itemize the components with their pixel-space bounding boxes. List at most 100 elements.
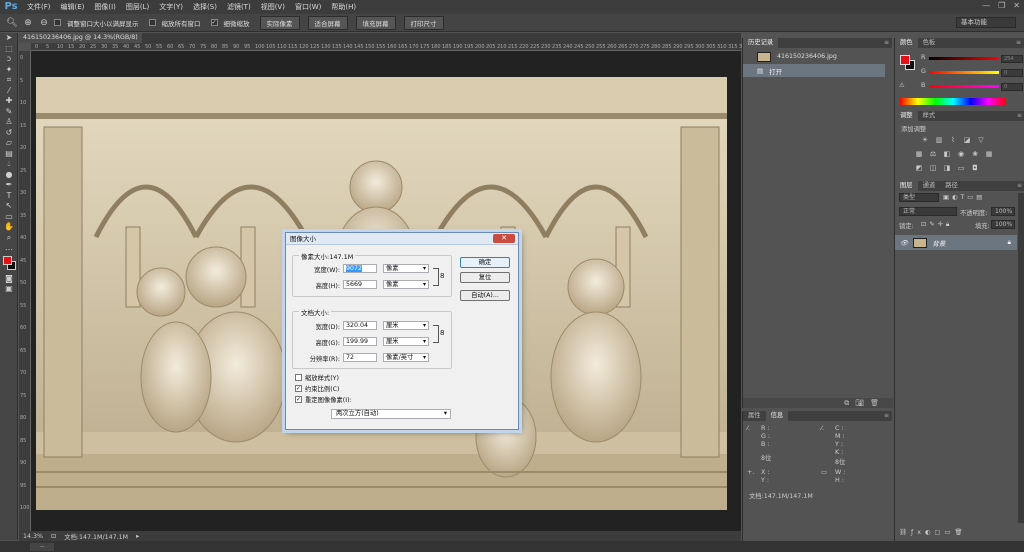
screen-mode-icon[interactable]: ▣ (0, 284, 18, 295)
lasso-tool-icon[interactable]: ↄ (0, 54, 18, 65)
zoom-all-checkbox[interactable] (148, 19, 156, 26)
mini-bridge-tab[interactable]: — (30, 543, 54, 551)
pixel-width-unit-select[interactable]: 像素 (383, 264, 429, 273)
fill-input[interactable]: 100% (991, 220, 1015, 229)
curves-icon[interactable]: ⌇ (949, 136, 957, 144)
pixel-height-input[interactable]: 5669 (343, 280, 377, 289)
menu-image[interactable]: 图像(I) (89, 0, 121, 14)
fill-screen-button[interactable]: 填充屏幕 (355, 15, 396, 30)
color-g-slider[interactable] (929, 71, 999, 74)
tab-channels[interactable]: 通道 (918, 181, 941, 191)
scale-styles-row[interactable]: 缩放样式(Y) (295, 373, 339, 382)
brightness-icon[interactable]: ☀ (921, 136, 929, 144)
type-tool-icon[interactable]: T (0, 191, 18, 202)
doc-height-unit-select[interactable]: 厘米 (383, 337, 429, 346)
zoom-tool-icon[interactable]: 🔍︎ (6, 18, 18, 28)
snapshot-icon[interactable]: 📷︎ (855, 398, 864, 408)
tab-styles[interactable]: 样式 (918, 111, 941, 121)
vibrance-icon[interactable]: ▽ (977, 136, 985, 144)
channel-mixer-icon[interactable]: ❀ (971, 150, 979, 158)
visibility-eye-icon[interactable]: 👁︎ (900, 239, 908, 247)
dodge-tool-icon[interactable]: ● (0, 170, 18, 181)
minimize-icon[interactable]: — (982, 1, 990, 10)
zoom-level[interactable]: 14.3% (23, 533, 43, 540)
pixel-height-unit-select[interactable]: 像素 (383, 280, 429, 289)
blend-mode-select[interactable]: 正常 (899, 207, 957, 216)
layers-menu-icon[interactable]: ≡ (1017, 181, 1022, 191)
pixel-width-input[interactable]: 9072 (343, 264, 377, 273)
menu-filter[interactable]: 滤镜(T) (222, 0, 256, 14)
color-lookup-icon[interactable]: ▦ (985, 150, 993, 158)
foreground-color-swatch[interactable] (3, 255, 12, 265)
tab-color[interactable]: 颜色 (895, 38, 918, 48)
adjust-menu-icon[interactable]: ≡ (1017, 111, 1022, 121)
history-state-open[interactable]: ▤ 打开 (743, 64, 885, 77)
hue-sat-icon[interactable]: ▦ (915, 150, 923, 158)
doc-width-input[interactable]: 320.04 (343, 321, 377, 330)
bw-icon[interactable]: ◧ (943, 150, 951, 158)
eyedropper-tool-icon[interactable]: ⁄ (0, 86, 18, 97)
color-b-value[interactable]: 0 (1001, 83, 1023, 91)
color-balance-icon[interactable]: ⚖ (929, 150, 937, 158)
lock-icons[interactable]: ⊡✎✛🔒︎ (921, 221, 952, 229)
menu-view[interactable]: 视图(V) (256, 0, 290, 14)
color-spectrum-bar[interactable] (900, 98, 1006, 105)
tab-adjustments[interactable]: 调整 (895, 111, 918, 121)
pen-tool-icon[interactable]: ✒ (0, 180, 18, 191)
levels-icon[interactable]: ▥ (935, 136, 943, 144)
exposure-icon[interactable]: ◪ (963, 136, 971, 144)
print-size-button[interactable]: 打印尺寸 (403, 15, 444, 30)
resolution-unit-select[interactable]: 像素/英寸 (383, 353, 429, 362)
shape-tool-icon[interactable]: ▭ (0, 212, 18, 223)
scale-styles-checkbox[interactable] (295, 374, 302, 381)
menu-edit[interactable]: 编辑(E) (56, 0, 90, 14)
zoom-tool-box-icon[interactable]: ⌕ (0, 233, 18, 244)
color-g-value[interactable]: 0 (1001, 69, 1023, 77)
status-arrow-icon[interactable]: ▸ (136, 533, 139, 540)
fg-color-chip[interactable] (900, 55, 910, 65)
invert-icon[interactable]: ◩ (915, 164, 923, 172)
selective-color-icon[interactable]: ◘ (971, 164, 979, 172)
doc-width-unit-select[interactable]: 厘米 (383, 321, 429, 330)
dialog-close-button[interactable]: ✕ (493, 234, 515, 243)
menu-help[interactable]: 帮助(H) (326, 0, 361, 14)
menu-layer[interactable]: 图层(L) (121, 0, 154, 14)
resample-checkbox[interactable]: ✓ (295, 396, 302, 403)
resolution-input[interactable]: 72 (343, 353, 377, 362)
crop-tool-icon[interactable]: ⌗ (0, 75, 18, 86)
marquee-tool-icon[interactable]: ⬚ (0, 44, 18, 55)
restore-icon[interactable]: ❐ (998, 1, 1005, 10)
ok-button[interactable]: 确定 (460, 257, 510, 268)
status-icon[interactable]: ⊡ (51, 533, 56, 540)
healing-tool-icon[interactable]: ✚ (0, 96, 18, 107)
more-tools-icon[interactable]: … (0, 243, 18, 254)
history-menu-icon[interactable]: ≡ (884, 38, 889, 48)
layer-background-row[interactable]: 👁︎ 背景 🔒︎ (895, 235, 1017, 250)
close-window-icon[interactable]: ✕ (1013, 1, 1020, 10)
tab-swatches[interactable]: 色板 (918, 38, 941, 48)
zoom-in-icon[interactable]: ⊕ (22, 18, 34, 28)
workspace-select[interactable]: 基本功能 (956, 17, 1016, 28)
opacity-input[interactable]: 100% (991, 207, 1015, 216)
layer-actions-icons[interactable]: ⛓ƒx◐▢▭🗑︎ (899, 528, 966, 536)
threshold-icon[interactable]: ◨ (943, 164, 951, 172)
resize-windows-checkbox[interactable] (54, 19, 61, 26)
scrubby-zoom-checkbox[interactable]: ✓ (210, 19, 218, 26)
layer-kind-filter[interactable]: 类型 (899, 193, 939, 202)
constrain-row[interactable]: ✓ 约束比例(C) (295, 384, 340, 393)
menu-type[interactable]: 文字(Y) (154, 0, 188, 14)
fit-screen-button[interactable]: 适合屏幕 (307, 15, 348, 30)
constrain-checkbox[interactable]: ✓ (295, 385, 302, 392)
quick-mask-icon[interactable]: ◙ (0, 274, 18, 285)
layer-filter-icons[interactable]: ▣◐T▭▤ (943, 194, 985, 201)
quick-select-tool-icon[interactable]: ✦ (0, 65, 18, 76)
tab-history[interactable]: 历史记录 (743, 38, 779, 48)
layers-scrollbar[interactable] (1018, 193, 1024, 523)
stamp-tool-icon[interactable]: ♙ (0, 117, 18, 128)
menu-file[interactable]: 文件(F) (22, 0, 56, 14)
resample-method-select[interactable]: 两次立方(自动) (331, 409, 451, 419)
auto-button[interactable]: 自动(A)... (460, 290, 510, 301)
tab-properties[interactable]: 属性 (743, 411, 766, 421)
tab-info[interactable]: 信息 (765, 411, 789, 421)
gradient-map-icon[interactable]: ▭ (957, 164, 965, 172)
